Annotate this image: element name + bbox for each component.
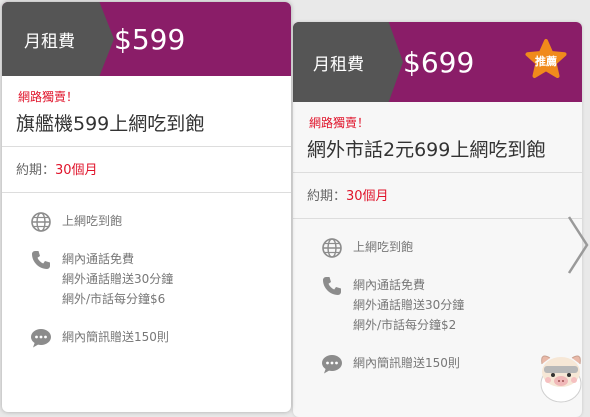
promo-tag: 網路獨賣！ — [18, 90, 79, 104]
chat-bubble-icon — [31, 329, 51, 348]
feature-calls: 網內通話免費 網外通話贈送30分鐘 網外/市話每分鐘$6 — [2, 249, 291, 309]
chevron-right-icon[interactable] — [566, 214, 590, 276]
feature-call-line-3: 網外/市話每分鐘$6 — [62, 292, 166, 306]
feature-call-line-3: 網外/市話每分鐘$2 — [353, 318, 457, 332]
plan-price: $599 — [114, 22, 186, 56]
period-value: 30個月 — [55, 163, 98, 178]
feature-data: 上網吃到飽 — [2, 211, 291, 232]
plan-header: 月租費 $699 推薦 — [293, 22, 582, 102]
period-label: 約期： — [16, 163, 56, 178]
badge-label: 推薦 — [535, 55, 557, 68]
divider — [2, 192, 291, 193]
globe-icon — [31, 212, 51, 232]
chat-bubble-icon — [322, 355, 342, 374]
feature-call-line-2: 網外通話贈送30分鐘 — [353, 298, 465, 312]
plan-header: 月租費 $599 — [2, 2, 291, 76]
mascot-icon — [540, 355, 582, 403]
feature-data: 上網吃到飽 — [293, 237, 582, 258]
monthly-fee-label: 月租費 — [2, 2, 114, 76]
feature-calls: 網內通話免費 網外通話贈送30分鐘 網外/市話每分鐘$2 — [293, 275, 582, 335]
contract-period: 約期：30個月 — [2, 147, 291, 192]
plan-card-599[interactable]: 月租費 $599 網路獨賣！ 旗艦機599上網吃到飽 約期：30個月 上網吃到飽… — [2, 2, 291, 412]
plan-title[interactable]: 旗艦機599上網吃到飽 — [2, 105, 291, 146]
recommended-badge: 推薦 — [524, 38, 568, 82]
plan-price: $699 — [403, 45, 475, 79]
phone-icon — [32, 251, 50, 269]
period-label: 約期： — [307, 189, 347, 204]
promo-tag: 網路獨賣！ — [309, 116, 370, 130]
plan-title[interactable]: 網外市話2元699上網吃到飽 — [293, 131, 582, 172]
divider — [293, 218, 582, 219]
phone-icon — [323, 277, 341, 295]
monthly-fee-label: 月租費 — [293, 22, 403, 102]
contract-period: 約期：30個月 — [293, 173, 582, 218]
globe-icon — [322, 238, 342, 258]
period-value: 30個月 — [346, 189, 389, 204]
feature-sms: 網內簡訊贈送150則 — [2, 327, 291, 348]
feature-call-line-2: 網外通話贈送30分鐘 — [62, 272, 174, 286]
